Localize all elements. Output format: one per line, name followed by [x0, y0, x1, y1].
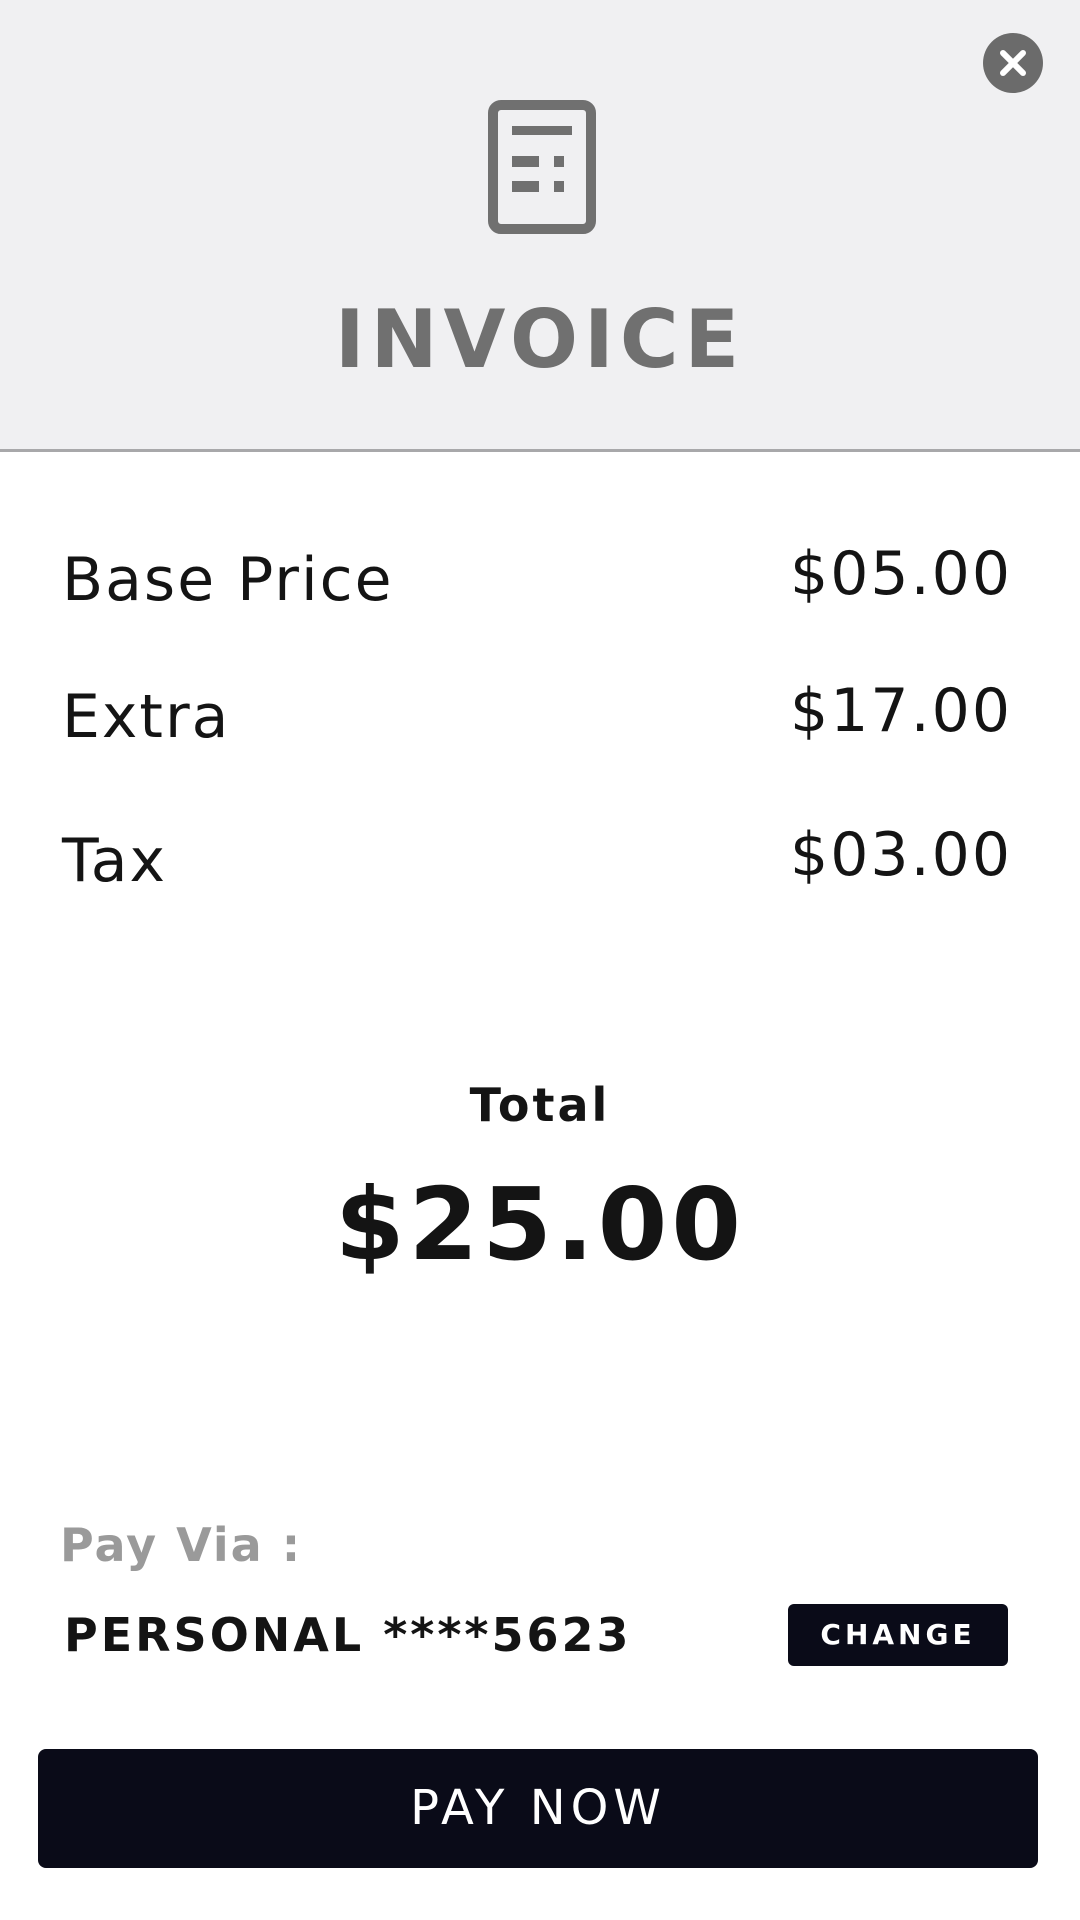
- line-item-base-price: Base Price $05.00: [0, 539, 1080, 615]
- pay-now-button[interactable]: PAY NOW: [38, 1749, 1038, 1868]
- page-title: INVOICE: [334, 293, 746, 386]
- invoice-header: INVOICE: [0, 0, 1080, 452]
- line-item-extra: Extra $17.00: [0, 676, 1080, 752]
- line-item-label: Extra: [62, 682, 231, 752]
- pay-via-label: Pay Via :: [60, 1518, 303, 1572]
- line-item-label: Tax: [62, 826, 167, 896]
- calculator-icon: [488, 100, 596, 234]
- line-item-value: $17.00: [790, 676, 1012, 746]
- payment-method: PERSONAL ****5623: [64, 1608, 632, 1662]
- line-item-value: $05.00: [790, 539, 1012, 609]
- line-item-label: Base Price: [62, 545, 394, 615]
- change-payment-button[interactable]: CHANGE: [788, 1604, 1008, 1666]
- close-icon[interactable]: [983, 33, 1043, 93]
- close-button[interactable]: [983, 33, 1043, 93]
- total-label: Total: [469, 1078, 611, 1132]
- total-amount: $25.00: [335, 1166, 745, 1283]
- line-item-value: $03.00: [790, 820, 1012, 890]
- line-item-tax: Tax $03.00: [0, 820, 1080, 896]
